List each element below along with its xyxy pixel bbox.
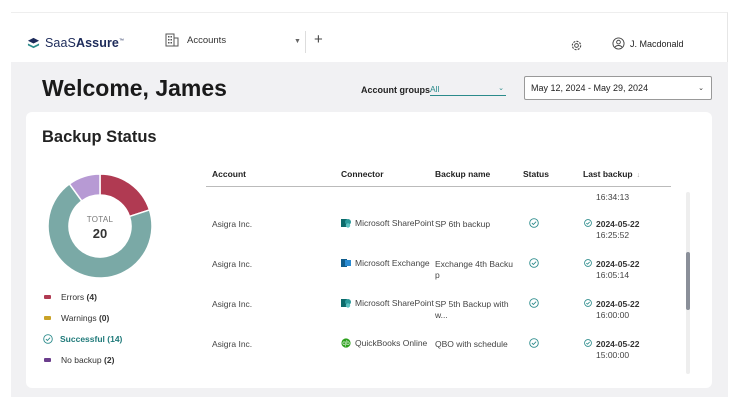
column-header-last-backup[interactable]: Last backup ↓ (583, 169, 640, 179)
status-success-icon (529, 338, 539, 348)
page-title: Welcome, James (42, 75, 227, 101)
status-success-icon (529, 218, 539, 228)
legend-label: Successful (60, 334, 105, 344)
legend-count: (0) (98, 313, 110, 323)
legend-label: No backup (61, 355, 102, 365)
divider (305, 31, 306, 53)
quickbooks-icon: qb (341, 338, 351, 348)
account-groups-select[interactable]: All ⌄ (430, 82, 506, 96)
column-header-account[interactable]: Account (212, 169, 246, 179)
svg-text:qb: qb (342, 340, 350, 347)
connector-label: Microsoft Exchange (355, 258, 430, 268)
user-icon (612, 37, 625, 50)
cell-backup-name[interactable]: Exchange 4th Backu p (435, 259, 517, 281)
chevron-down-icon: ⌄ (498, 85, 504, 92)
logo-text: SaaSAssure™ (45, 36, 125, 50)
chevron-down-icon: ⌄ (698, 85, 704, 92)
cell-backup-name[interactable]: SP 5th Backup with w... (435, 299, 517, 321)
date-range-value: May 12, 2024 - May 29, 2024 (531, 83, 649, 93)
sharepoint-icon (341, 219, 351, 228)
donut-total-value: 20 (92, 226, 108, 241)
cell-connector: Microsoft SharePoint (341, 218, 434, 228)
cell-last-backup-time: 16:05:14 (596, 270, 630, 280)
cell-last-backup-time: 16:00:00 (596, 310, 630, 320)
exchange-icon (341, 259, 351, 267)
legend-label: Errors (61, 292, 85, 302)
legend-item-errors[interactable]: Errors (4) (43, 292, 97, 302)
legend-item-warnings[interactable]: Warnings (0) (43, 313, 109, 323)
status-success-icon (529, 298, 539, 308)
check-circle-icon (584, 219, 592, 227)
check-circle-icon (584, 299, 592, 307)
add-tab-button[interactable]: + (314, 32, 323, 47)
cell-account: Asigra Inc. (212, 219, 253, 229)
header-divider (206, 186, 671, 187)
check-circle-icon (584, 339, 592, 347)
backup-table: Account Connector Backup name Status Las… (206, 160, 696, 385)
cell-connector: Microsoft Exchange (341, 258, 430, 268)
saasassure-logo[interactable]: SaaSAssure™ (27, 36, 124, 50)
cell-last-backup-date: 2024-05-22 (596, 219, 640, 229)
donut-slice-errors[interactable] (99, 173, 151, 218)
cell-last-backup-date: 2024-05-22 (596, 339, 640, 349)
sort-down-icon: ↓ (636, 172, 641, 179)
cell-account: Asigra Inc. (212, 259, 253, 269)
legend-swatch (44, 358, 51, 362)
top-bar: SaaSAssure™ Accounts ▼ + J. Macdonald (11, 12, 728, 62)
cell-backup-name[interactable]: SP 6th backup (435, 219, 517, 230)
connector-label: Microsoft SharePoint (355, 218, 434, 228)
legend-count: (14) (107, 334, 123, 344)
backup-status-card: Backup Status TOTAL 20 Errors (4) Warnin… (26, 112, 712, 388)
legend-label: Warnings (61, 313, 97, 323)
account-selector[interactable]: Accounts (165, 33, 226, 47)
building-icon (165, 33, 179, 47)
cell-account: Asigra Inc. (212, 339, 253, 349)
cell-last-backup-time: 15:00:00 (596, 350, 630, 360)
legend-count: (4) (86, 292, 97, 302)
date-range-picker[interactable]: May 12, 2024 - May 29, 2024 ⌄ (524, 76, 712, 100)
logo-icon (27, 37, 40, 48)
sharepoint-icon (341, 299, 351, 308)
user-name: J. Macdonald (630, 38, 684, 49)
check-circle-icon (584, 259, 592, 267)
account-selector-label: Accounts (187, 34, 227, 46)
connector-label: Microsoft SharePoint (355, 298, 434, 308)
donut-total-label: TOTAL (86, 215, 114, 224)
legend-swatch (44, 316, 51, 320)
cell-account: Asigra Inc. (212, 299, 253, 309)
account-groups-label: Account groups (361, 85, 430, 95)
account-groups-value: All (430, 84, 440, 94)
cell-last-backup-date: 2024-05-22 (596, 259, 640, 269)
scrollbar-thumb[interactable] (686, 252, 690, 310)
check-circle-icon (43, 334, 53, 344)
cell-last-backup-date: 2024-05-22 (596, 299, 640, 309)
chevron-down-icon[interactable]: ▼ (294, 38, 301, 45)
cell-backup-name[interactable]: QBO with schedule (435, 339, 517, 350)
cell-connector: Microsoft SharePoint (341, 298, 434, 308)
legend-item-successful[interactable]: Successful (14) (43, 334, 122, 344)
user-menu[interactable]: J. Macdonald (612, 37, 684, 50)
status-success-icon (529, 258, 539, 268)
gear-icon[interactable] (570, 39, 583, 52)
cell-connector: qb QuickBooks Online (341, 338, 427, 348)
backup-status-title: Backup Status (42, 128, 157, 146)
legend-swatch (44, 295, 51, 299)
cell-last-backup-time: 16:25:52 (596, 230, 630, 240)
column-header-status[interactable]: Status (523, 169, 549, 179)
legend-item-no-backup[interactable]: No backup (2) (43, 355, 114, 365)
legend-count: (2) (104, 355, 115, 365)
column-header-backup-name[interactable]: Backup name (435, 169, 490, 179)
column-header-connector[interactable]: Connector (341, 169, 384, 179)
partial-row-time: 16:34:13 (596, 192, 630, 202)
backup-status-donut: TOTAL 20 (45, 171, 155, 281)
connector-label: QuickBooks Online (355, 338, 428, 348)
